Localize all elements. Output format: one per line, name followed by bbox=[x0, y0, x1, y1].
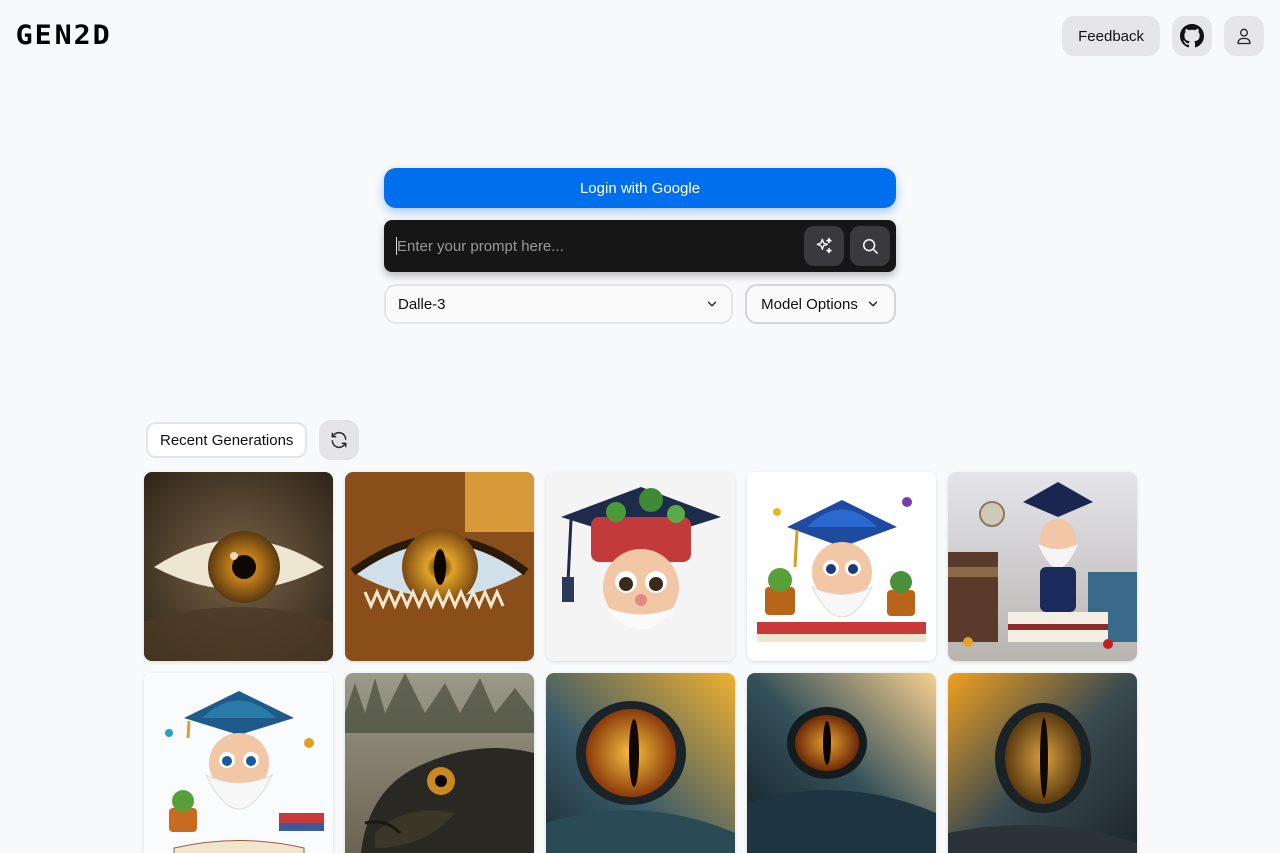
github-icon bbox=[1180, 24, 1204, 48]
chevron-down-icon bbox=[707, 301, 717, 307]
prompt-input[interactable] bbox=[396, 237, 798, 255]
login-with-google-button[interactable]: Login with Google bbox=[384, 168, 896, 208]
search-icon bbox=[863, 239, 878, 254]
chevron-down-icon bbox=[868, 301, 878, 307]
model-select[interactable]: Dalle-3 bbox=[384, 284, 733, 324]
app-logo[interactable]: G E N 2 D bbox=[15, 20, 110, 51]
generated-image[interactable] bbox=[747, 673, 936, 853]
model-options-label: Model Options bbox=[761, 295, 858, 313]
search-button[interactable] bbox=[850, 226, 890, 266]
generated-image[interactable] bbox=[345, 673, 534, 853]
enhance-prompt-button[interactable] bbox=[804, 226, 844, 266]
generated-image[interactable] bbox=[546, 673, 735, 853]
logo-letter: N bbox=[54, 20, 72, 51]
sparkles-icon bbox=[816, 237, 832, 254]
refresh-button[interactable] bbox=[319, 420, 359, 460]
logo-letter: 2 bbox=[73, 20, 91, 51]
generated-image[interactable] bbox=[546, 472, 735, 661]
generated-image[interactable] bbox=[747, 472, 936, 661]
model-options-button[interactable]: Model Options bbox=[745, 284, 896, 324]
model-select-value: Dalle-3 bbox=[398, 295, 446, 313]
generated-image[interactable] bbox=[144, 673, 333, 853]
prompt-bar bbox=[384, 220, 896, 272]
logo-letter: D bbox=[92, 20, 110, 51]
generated-image[interactable] bbox=[345, 472, 534, 661]
refresh-icon bbox=[331, 431, 347, 449]
logo-letter: G bbox=[15, 20, 33, 51]
github-button[interactable] bbox=[1172, 16, 1212, 56]
header-actions: Feedback bbox=[1062, 16, 1264, 56]
user-button[interactable] bbox=[1224, 16, 1264, 56]
user-icon bbox=[1237, 28, 1251, 45]
feedback-button[interactable]: Feedback bbox=[1062, 16, 1160, 56]
generated-image[interactable] bbox=[948, 673, 1137, 853]
recent-generations-grid bbox=[144, 472, 1137, 853]
generated-image[interactable] bbox=[144, 472, 333, 661]
logo-letter: E bbox=[34, 20, 52, 51]
recent-generations-label: Recent Generations bbox=[146, 422, 308, 458]
generated-image[interactable] bbox=[948, 472, 1137, 661]
